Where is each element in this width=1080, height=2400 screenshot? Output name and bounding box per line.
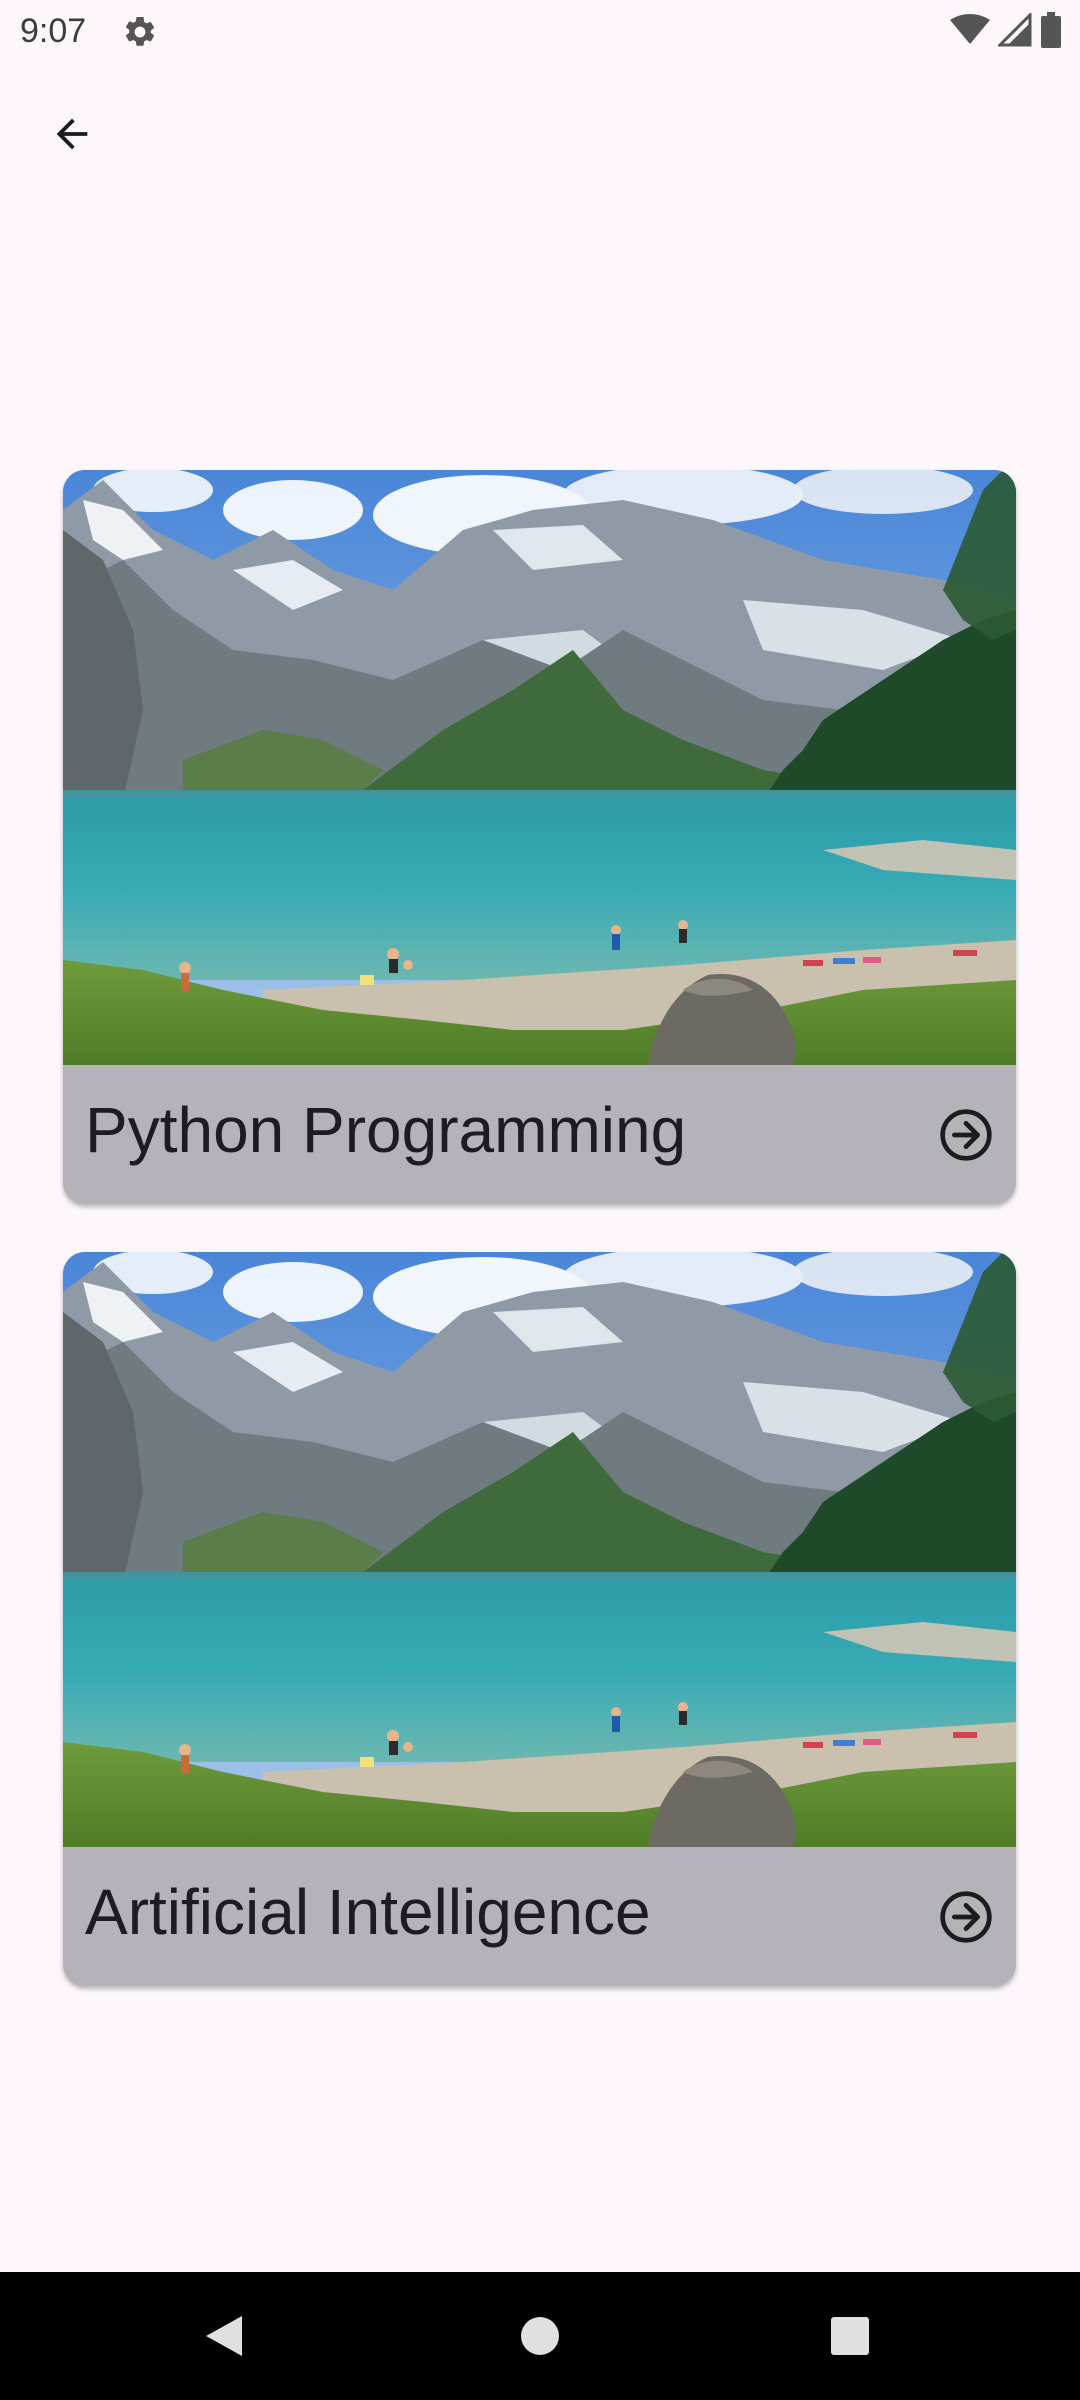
nav-home-circle-icon[interactable] xyxy=(520,2316,560,2361)
status-time: 9:07 xyxy=(20,12,87,50)
course-card-python[interactable]: Python Programming xyxy=(63,470,1016,1204)
status-bar: 9:07 xyxy=(0,0,1080,64)
arrow-back-icon xyxy=(49,111,95,162)
system-nav-bar xyxy=(0,2272,1080,2400)
back-button[interactable] xyxy=(36,100,108,172)
course-card-ai[interactable]: Artificial Intelligence xyxy=(63,1252,1016,1986)
gear-icon xyxy=(122,14,158,50)
status-icons xyxy=(950,10,1062,53)
card-title: Artificial Intelligence xyxy=(85,1876,651,1948)
cellular-signal-icon xyxy=(996,10,1032,52)
card-footer: Python Programming xyxy=(63,1065,1016,1204)
battery-icon xyxy=(1040,11,1062,53)
arrow-circle-right-icon[interactable] xyxy=(938,1107,994,1163)
card-footer: Artificial Intelligence xyxy=(63,1847,1016,1986)
nav-recents-square-icon[interactable] xyxy=(830,2316,870,2361)
card-title: Python Programming xyxy=(85,1094,687,1166)
wifi-icon xyxy=(950,13,990,51)
card-image xyxy=(63,470,1016,1065)
card-image xyxy=(63,1252,1016,1847)
arrow-circle-right-icon[interactable] xyxy=(938,1889,994,1945)
nav-back-triangle-icon[interactable] xyxy=(204,2314,244,2363)
